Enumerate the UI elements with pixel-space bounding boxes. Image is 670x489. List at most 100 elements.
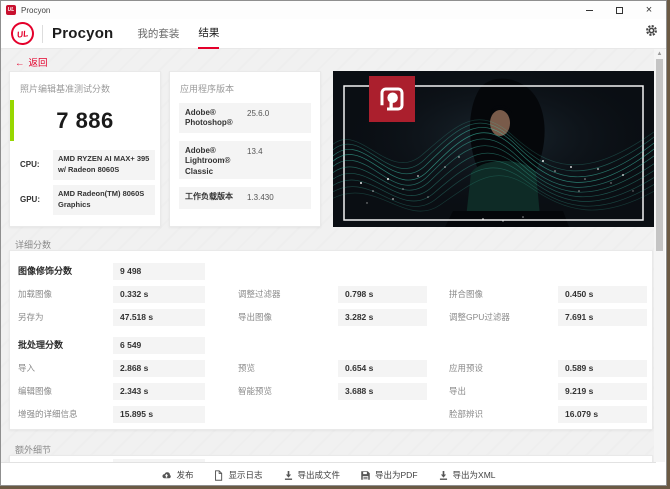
- benchmark-score: 7 886: [56, 108, 114, 133]
- version-value: 13.4: [247, 147, 263, 156]
- metric-label: 应用预设: [449, 363, 484, 373]
- app-icon: UL: [6, 5, 16, 15]
- score-card-title: 照片编辑基准测试分数: [20, 84, 111, 94]
- window-title: Procyon: [21, 5, 51, 15]
- version-row-workload: 工作负载版本 1.3.430: [179, 187, 311, 209]
- metric-value: 0.589 s: [558, 360, 647, 377]
- export-file-button[interactable]: 导出成文件: [283, 469, 341, 481]
- version-value: 1.3.430: [247, 193, 274, 202]
- metric-row: 增强的详细信息 15.895 s 脸部辨识 16.079 s: [18, 406, 652, 423]
- retouch-score-value: 9 498: [113, 263, 205, 280]
- cpu-value: AMD RYZEN AI MAX+ 395 w/ Radeon 8060S: [53, 150, 155, 180]
- metric-value: 0.798 s: [338, 286, 427, 303]
- score-row-retouch: 图像修饰分数 9 498: [18, 263, 652, 280]
- publish-button[interactable]: 发布: [161, 469, 193, 481]
- maximize-icon: [615, 6, 623, 14]
- procyon-photo-logo: [369, 76, 415, 122]
- close-icon: ×: [645, 3, 653, 16]
- settings-button[interactable]: [645, 24, 658, 42]
- metric-label: 拼合图像: [449, 289, 484, 299]
- title-bar: UL Procyon ×: [1, 1, 666, 19]
- metric-value: 3.688 s: [338, 383, 427, 400]
- metric-value: 16.079 s: [558, 406, 647, 423]
- metric-value: 7.691 s: [558, 309, 647, 326]
- metric-label: 预览: [238, 363, 256, 373]
- version-row-photoshop: Adobe® Photoshop® 25.6.0: [179, 103, 311, 133]
- app-versions-card: 应用程序版本 Adobe® Photoshop® 25.6.0 Adobe® L…: [169, 71, 321, 227]
- content-area: ← 返回 照片编辑基准测试分数 7 886 CPU: AMD RYZEN AI M…: [1, 49, 656, 463]
- publish-label: 发布: [176, 470, 194, 480]
- ul-logo: UL: [9, 20, 36, 47]
- gear-icon: [646, 25, 657, 36]
- hero-image: [333, 71, 654, 227]
- metric-label: 脸部辨识: [449, 409, 484, 419]
- metric-label: 编辑图像: [18, 386, 53, 396]
- version-label: Adobe® Lightroom® Classic: [185, 146, 231, 176]
- metric-label: 另存为: [18, 312, 44, 322]
- metric-value: 0.332 s: [113, 286, 205, 303]
- metric-label: 调整过滤器: [238, 289, 281, 299]
- metric-row: 导入 2.868 s 预览 0.654 s 应用预设 0.589 s: [18, 360, 652, 377]
- metric-value: 0.450 s: [558, 286, 647, 303]
- app-window: UL Procyon × UL Procyon 我的套装 结果 ← 返回 照片编…: [0, 0, 667, 486]
- show-log-button[interactable]: 显示日志: [213, 469, 263, 481]
- footer-bar: 发布 显示日志 导出成文件 导出为PDF 导出为XML: [1, 462, 656, 485]
- version-row-lightroom: Adobe® Lightroom® Classic 13.4: [179, 141, 311, 179]
- metric-label: 导入: [18, 363, 36, 373]
- batch-score-value: 6 549: [113, 337, 205, 354]
- cpu-label: CPU:: [20, 160, 40, 170]
- metric-label: 调整GPU过滤器: [449, 312, 510, 322]
- minimize-button[interactable]: [574, 1, 604, 19]
- cpu-row: CPU: AMD RYZEN AI MAX+ 395 w/ Radeon 806…: [10, 150, 160, 180]
- metric-label: 导出图像: [238, 312, 273, 322]
- vertical-scrollbar[interactable]: ▲: [654, 49, 665, 462]
- document-icon: [215, 469, 223, 481]
- metric-value: 0.654 s: [338, 360, 427, 377]
- metric-value: 47.518 s: [113, 309, 205, 326]
- back-link[interactable]: ← 返回: [15, 55, 48, 69]
- gpu-row: GPU: AMD Radeon(TM) 8060S Graphics: [10, 185, 160, 215]
- cloud-upload-icon: [162, 471, 172, 478]
- metric-value: 15.895 s: [113, 406, 205, 423]
- export-file-label: 导出成文件: [297, 470, 341, 480]
- maximize-button[interactable]: [604, 1, 634, 19]
- minimize-icon: [585, 9, 593, 11]
- download-icon: [439, 470, 447, 480]
- versions-card-title: 应用程序版本: [180, 84, 235, 94]
- app-header: UL Procyon 我的套装 结果: [1, 19, 666, 49]
- metric-label: 增强的详细信息: [18, 409, 78, 419]
- close-button[interactable]: ×: [634, 1, 664, 19]
- photo-benchmark-icon: [380, 87, 404, 111]
- detailed-scores-card: 图像修饰分数 9 498 加载图像 0.332 s 调整过滤器 0.798 s …: [9, 250, 653, 430]
- metric-label: 智能预览: [238, 386, 273, 396]
- scroll-up-icon[interactable]: ▲: [654, 49, 665, 59]
- export-xml-label: 导出为XML: [452, 470, 496, 480]
- version-label: 工作负载版本: [185, 192, 233, 201]
- scrollbar-thumb[interactable]: [656, 59, 663, 251]
- tab-my-suites[interactable]: 我的套装: [137, 19, 179, 49]
- back-arrow-icon: ←: [15, 58, 25, 69]
- download-icon: [284, 470, 292, 480]
- show-log-label: 显示日志: [228, 470, 263, 480]
- metric-label: 导出: [449, 386, 467, 396]
- metric-row: 另存为 47.518 s 导出图像 3.282 s 调整GPU过滤器 7.691…: [18, 309, 652, 326]
- export-xml-button[interactable]: 导出为XML: [438, 469, 496, 481]
- divider: [42, 24, 43, 43]
- metric-label: 加载图像: [18, 289, 53, 299]
- main-tabs: 我的套装 结果: [137, 19, 238, 49]
- metric-value: 2.343 s: [113, 383, 205, 400]
- brand-name: Procyon: [52, 25, 114, 42]
- save-icon: [361, 470, 370, 480]
- metric-row: 加载图像 0.332 s 调整过滤器 0.798 s 拼合图像 0.450 s: [18, 286, 652, 303]
- back-label: 返回: [28, 58, 48, 69]
- retouch-score-label: 图像修饰分数: [18, 266, 73, 276]
- metric-row: 编辑图像 2.343 s 智能预览 3.688 s 导出 9.219 s: [18, 383, 652, 400]
- batch-score-label: 批处理分数: [18, 340, 64, 350]
- metric-value: 2.868 s: [113, 360, 205, 377]
- tab-results[interactable]: 结果: [198, 19, 220, 49]
- export-pdf-label: 导出为PDF: [375, 470, 418, 480]
- metric-value: 9.219 s: [558, 383, 647, 400]
- export-pdf-button[interactable]: 导出为PDF: [360, 469, 418, 481]
- metric-value: 3.282 s: [338, 309, 427, 326]
- score-accent-bar: [10, 100, 14, 141]
